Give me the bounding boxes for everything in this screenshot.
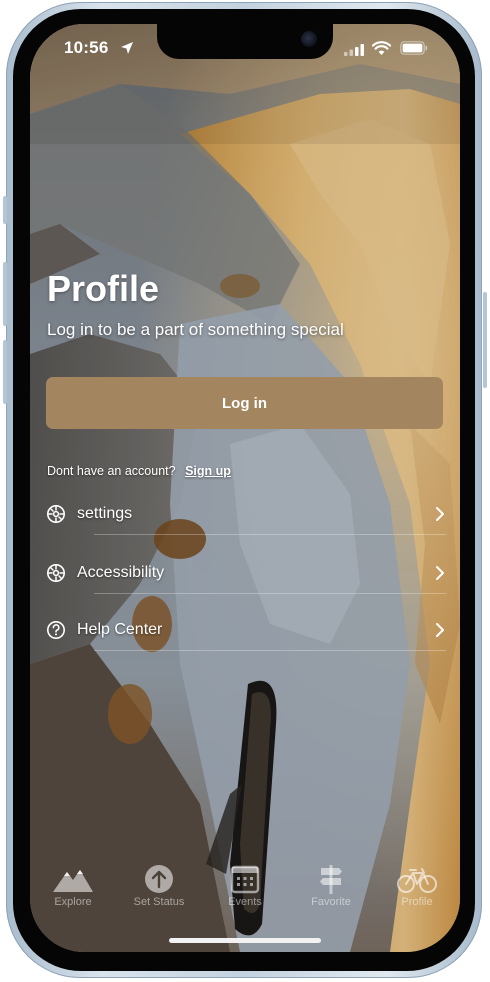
- mountains-icon: [53, 870, 93, 892]
- tab-favorite[interactable]: Favorite: [288, 862, 374, 922]
- wifi-icon: [372, 41, 391, 55]
- signup-prompt: Dont have an account? Sign up: [47, 464, 231, 478]
- menu-item-label: settings: [77, 505, 133, 522]
- login-button[interactable]: Log in: [46, 377, 443, 429]
- location-arrow-icon: [121, 42, 133, 54]
- status-bar: 10:56: [30, 24, 460, 72]
- question-circle-icon: [47, 621, 65, 639]
- upload-icon: [145, 865, 173, 893]
- chevron-right-icon: [436, 507, 444, 521]
- tab-label: Set Status: [133, 896, 185, 908]
- volume-up-button: [3, 262, 7, 326]
- background-photo: [30, 24, 460, 952]
- menu-item-settings[interactable]: settings: [46, 494, 446, 534]
- chevron-right-icon: [436, 623, 444, 637]
- mute-switch: [3, 196, 7, 224]
- signpost-icon: [320, 865, 342, 894]
- gear-icon: [47, 505, 65, 523]
- tab-label: Explore: [54, 896, 92, 908]
- menu-divider: [94, 534, 446, 535]
- tab-bar: Explore Set Status Events Favorite Profi…: [30, 862, 460, 922]
- tab-label: Favorite: [311, 896, 351, 908]
- menu-item-label: Help Center: [77, 621, 163, 638]
- tab-profile[interactable]: Profile: [374, 862, 460, 922]
- signup-link[interactable]: Sign up: [185, 464, 231, 478]
- tab-events[interactable]: Events: [202, 862, 288, 922]
- battery-icon: [400, 41, 428, 55]
- page-title: Profile: [47, 268, 160, 309]
- tab-set-status[interactable]: Set Status: [116, 862, 202, 922]
- menu-item-label: Accessibility: [77, 564, 165, 581]
- tab-explore[interactable]: Explore: [30, 862, 116, 922]
- menu-item-accessibility[interactable]: Accessibility: [46, 553, 446, 593]
- no-account-text: Dont have an account?: [47, 464, 176, 478]
- page-subtitle: Log in to be a part of something special: [47, 320, 344, 339]
- gear-icon: [47, 564, 65, 582]
- volume-down-button: [3, 340, 7, 404]
- status-time: 10:56: [64, 38, 109, 57]
- home-indicator[interactable]: [169, 938, 321, 943]
- menu-divider: [94, 650, 446, 651]
- screen: 10:56 Profile Log in to be a part of som…: [30, 24, 460, 952]
- tab-label: Events: [228, 896, 262, 908]
- tab-label: Profile: [401, 896, 433, 908]
- menu-divider: [94, 593, 446, 594]
- menu-item-help-center[interactable]: Help Center: [46, 610, 446, 650]
- calendar-icon: [230, 865, 260, 894]
- bicycle-icon: [397, 868, 437, 893]
- power-button: [483, 292, 487, 388]
- chevron-right-icon: [436, 566, 444, 580]
- cellular-signal-icon: [344, 44, 364, 56]
